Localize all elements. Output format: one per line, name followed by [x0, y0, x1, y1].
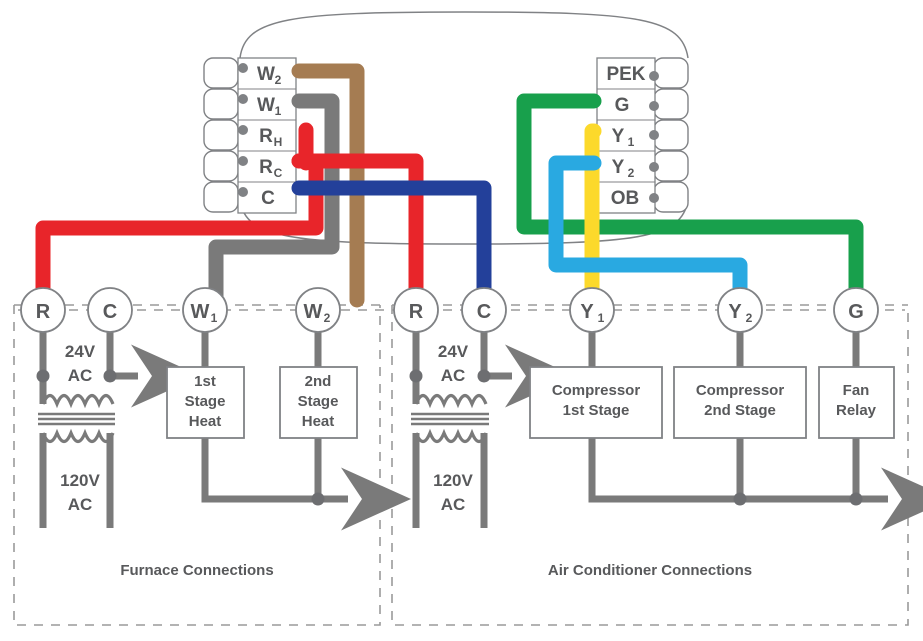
ac-terminal-y1[interactable]: Y 1	[569, 287, 615, 333]
terminal-tab-pek[interactable]	[653, 57, 689, 89]
load-2nd-heat-line3: Heat	[302, 413, 335, 430]
circle-sub-furnace-w2: 2	[324, 311, 331, 325]
ac-terminal-r[interactable]: R	[393, 287, 439, 333]
terminal-sub-y2: 2	[628, 166, 635, 180]
load-comp1-line1: Compressor	[552, 382, 641, 399]
circle-sub-ac-y2: 2	[746, 311, 753, 325]
load-2nd-heat-line2: Stage	[298, 393, 339, 410]
terminal-tab-y1[interactable]	[653, 119, 689, 151]
circle-label-ac-y1: Y	[580, 301, 594, 323]
terminal-screw-c[interactable]	[238, 187, 248, 197]
terminal-label-y1: Y	[612, 126, 625, 147]
terminal-screw-g[interactable]	[649, 101, 659, 111]
circle-label-furnace-r: R	[36, 301, 51, 323]
ac-load-compressor-1st: Compressor 1st Stage	[529, 366, 663, 439]
load-comp2-line1: Compressor	[696, 382, 785, 399]
terminal-tab-w1[interactable]	[203, 88, 239, 120]
ac-section-label: Air Conditioner Connections	[548, 562, 752, 579]
load-fan-line1: Fan	[843, 382, 870, 399]
ac-120v-line2: AC	[441, 495, 466, 514]
ac-load-fan-relay: Fan Relay	[818, 366, 895, 439]
terminal-label-w1: W	[257, 95, 275, 116]
terminal-label-rh: R	[259, 126, 273, 147]
load-comp1-line2: 1st Stage	[563, 402, 630, 419]
left-terminal-block: W 2 W 1 R H R C C	[203, 57, 297, 214]
furnace-terminal-r[interactable]: R	[20, 287, 66, 333]
ac-terminal-y2[interactable]: Y 2	[717, 287, 763, 333]
furnace-terminal-c[interactable]: C	[87, 287, 133, 333]
terminal-label-y2: Y	[612, 157, 625, 178]
load-1st-heat-line3: Heat	[189, 413, 222, 430]
furnace-load-1st-stage-heat: 1st Stage Heat	[166, 366, 245, 439]
terminal-tab-c[interactable]	[203, 181, 239, 213]
ac-transformer: 24V AC 120V AC	[411, 342, 489, 528]
circle-label-ac-g: G	[848, 301, 864, 323]
terminal-label-pek: PEK	[606, 64, 645, 85]
terminal-tab-rh[interactable]	[203, 119, 239, 151]
terminal-screw-w1[interactable]	[238, 94, 248, 104]
terminal-sub-rh: H	[274, 135, 283, 149]
circle-label-ac-c: C	[477, 301, 491, 323]
terminal-sub-w1: 1	[275, 104, 282, 118]
wiring-diagram-canvas: W 2 W 1 R H R C C PEK G Y 1 Y 2 OB 24V A…	[0, 0, 923, 641]
terminal-label-g: G	[615, 95, 630, 116]
circle-label-furnace-w2: W	[304, 301, 323, 323]
terminal-tab-g[interactable]	[653, 88, 689, 120]
terminal-label-rc: R	[259, 157, 273, 178]
right-terminal-block: PEK G Y 1 Y 2 OB	[596, 57, 689, 214]
terminal-tab-ob[interactable]	[653, 181, 689, 213]
circle-label-furnace-w1: W	[191, 301, 210, 323]
circle-label-ac-r: R	[409, 301, 424, 323]
circle-sub-furnace-w1: 1	[211, 311, 218, 325]
furnace-transformer: 24V AC 120V AC	[38, 342, 115, 528]
ac-24v-line2: AC	[441, 366, 466, 385]
furnace-24v-line2: AC	[68, 366, 93, 385]
terminal-screw-w2[interactable]	[238, 63, 248, 73]
circle-label-furnace-c: C	[103, 301, 117, 323]
furnace-section-label: Furnace Connections	[120, 562, 273, 579]
load-2nd-heat-line1: 2nd	[305, 373, 332, 390]
load-fan-line2: Relay	[836, 402, 877, 419]
terminal-screw-ob[interactable]	[649, 193, 659, 203]
terminal-screw-y2[interactable]	[649, 162, 659, 172]
terminal-label-c: C	[261, 188, 275, 209]
terminal-label-w2: W	[257, 64, 275, 85]
ac-24v-line1: 24V	[438, 342, 469, 361]
furnace-terminal-w1[interactable]: W 1	[182, 287, 228, 333]
furnace-terminal-w2[interactable]: W 2	[295, 287, 341, 333]
terminal-screw-rh[interactable]	[238, 125, 248, 135]
furnace-24v-line1: 24V	[65, 342, 96, 361]
terminal-tab-w2[interactable]	[203, 57, 239, 89]
load-1st-heat-line2: Stage	[185, 393, 226, 410]
terminal-screw-y1[interactable]	[649, 130, 659, 140]
furnace-120v-line2: AC	[68, 495, 93, 514]
load-1st-heat-line1: 1st	[194, 373, 216, 390]
ac-120v-line1: 120V	[433, 471, 473, 490]
terminal-screw-pek[interactable]	[649, 71, 659, 81]
furnace-load-2nd-stage-heat: 2nd Stage Heat	[279, 366, 358, 439]
terminal-tab-y2[interactable]	[653, 150, 689, 182]
circle-sub-ac-y1: 1	[598, 311, 605, 325]
ac-load-compressor-2nd: Compressor 2nd Stage	[673, 366, 807, 439]
terminal-sub-y1: 1	[628, 135, 635, 149]
terminal-tab-rc[interactable]	[203, 150, 239, 182]
load-comp2-line2: 2nd Stage	[704, 402, 776, 419]
ac-terminal-g[interactable]: G	[833, 287, 879, 333]
circle-label-ac-y2: Y	[728, 301, 742, 323]
furnace-120v-line1: 120V	[60, 471, 100, 490]
terminal-label-ob: OB	[611, 188, 640, 209]
hvac-wiring-diagram: W 2 W 1 R H R C C PEK G Y 1 Y 2 OB 24V A…	[13, 11, 923, 626]
terminal-sub-rc: C	[274, 166, 283, 180]
terminal-sub-w2: 2	[275, 73, 282, 87]
terminal-screw-rc[interactable]	[238, 156, 248, 166]
ac-terminal-c[interactable]: C	[461, 287, 507, 333]
